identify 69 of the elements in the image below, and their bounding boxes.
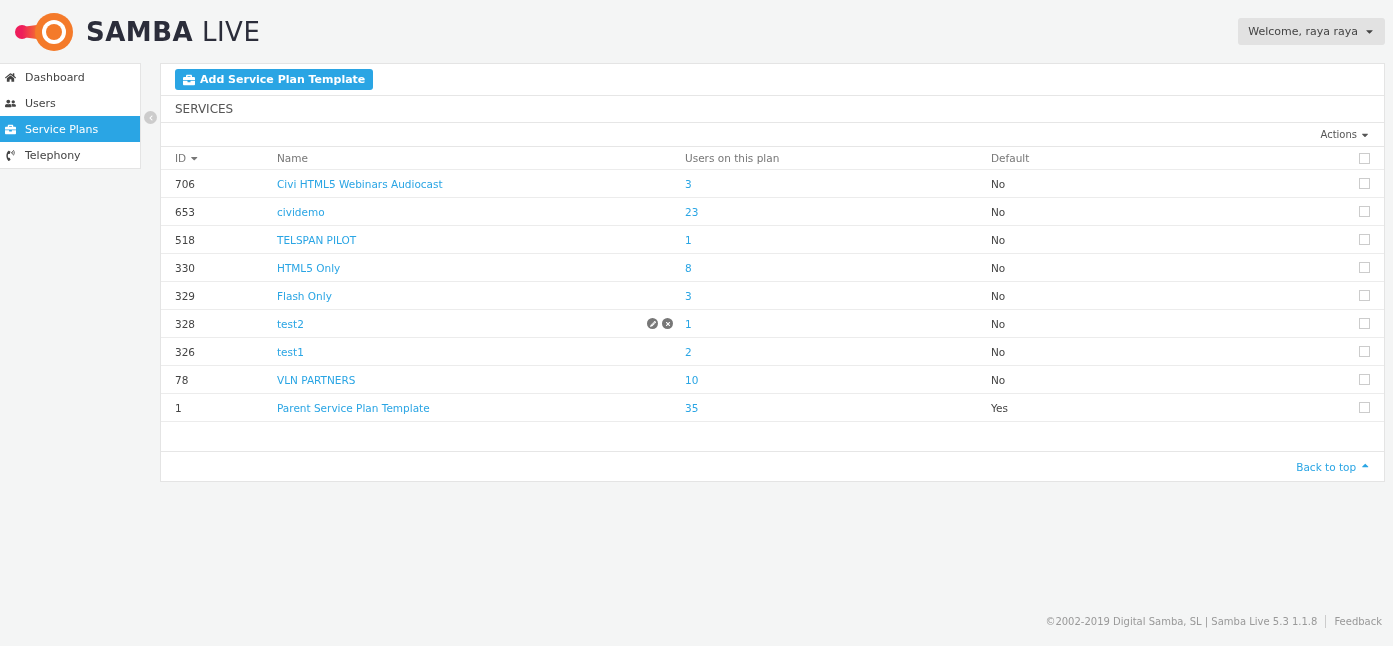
section-title: SERVICES — [161, 96, 1384, 123]
column-header: Users on this plan — [685, 152, 781, 164]
collapse-sidebar-button[interactable] — [144, 111, 157, 124]
users-count-link[interactable]: 3 — [685, 289, 692, 302]
column-header: Name — [277, 152, 309, 164]
users-count-link[interactable]: 1 — [685, 317, 692, 330]
table-cell-text: 78 — [175, 373, 190, 386]
row-checkbox[interactable] — [1359, 402, 1370, 413]
plan-name-link[interactable]: cividemo — [277, 205, 325, 218]
row-checkbox[interactable] — [1359, 234, 1370, 245]
table-cell-text: 330 — [175, 261, 197, 274]
select-all-checkbox[interactable] — [1359, 152, 1370, 164]
table-cell-text: No — [991, 261, 1007, 274]
table-cell-text: No — [991, 289, 1007, 302]
table-cell-text: 706 — [175, 177, 197, 190]
add-service-plan-button[interactable]: Add Service Plan Template — [175, 69, 374, 90]
plan-name-link[interactable]: test1 — [277, 345, 304, 358]
feedback-link[interactable]: Feedback — [1334, 616, 1382, 627]
row-checkbox[interactable] — [1359, 346, 1370, 357]
table-cell-text: No — [991, 317, 1007, 330]
plan-name-link[interactable]: HTML5 Only — [277, 261, 341, 274]
users-count-link[interactable]: 3 — [685, 177, 692, 190]
home-icon — [5, 71, 16, 83]
users-count-link[interactable]: 23 — [685, 205, 699, 218]
chevron-left-icon — [147, 114, 154, 121]
users-count-link[interactable]: 2 — [685, 345, 692, 358]
row-checkbox[interactable] — [1359, 178, 1370, 189]
table-cell-text: No — [991, 205, 1007, 218]
table-cell-text: 653 — [175, 205, 197, 218]
users-icon — [5, 97, 16, 109]
table-cell-text: No — [991, 177, 1007, 190]
briefcase-plus-icon — [183, 73, 195, 86]
table-cell-text: 328 — [175, 317, 197, 330]
plan-name-link[interactable]: Civi HTML5 Webinars Audiocast — [277, 177, 443, 190]
sidebar-item[interactable]: Service Plans — [0, 116, 140, 142]
table-cell-text: No — [991, 233, 1007, 246]
row-checkbox[interactable] — [1359, 262, 1370, 273]
logo-icon — [14, 11, 76, 52]
users-count-link[interactable]: 10 — [685, 373, 699, 386]
table-cell-text: 1 — [175, 401, 183, 414]
users-count-link[interactable]: 35 — [685, 401, 699, 414]
table-cell-text: No — [991, 373, 1007, 386]
column-header: Default — [991, 152, 1031, 164]
plan-name-link[interactable]: VLN PARTNERS — [277, 373, 356, 386]
plan-name-link[interactable]: Parent Service Plan Template — [277, 401, 430, 414]
table-cell-text: Yes — [991, 401, 1009, 414]
plan-name-link[interactable]: TELSPAN PILOT — [277, 233, 357, 246]
delete-icon[interactable] — [662, 318, 673, 329]
copyright-text: ©2002-2019 Digital Samba, SL | Samba Live 5.3 1.1.8 — [1045, 616, 1318, 627]
plan-name-link[interactable]: test2 — [277, 317, 304, 330]
table-cell-text: 326 — [175, 345, 197, 358]
table-cell-text: No — [991, 345, 1007, 358]
briefcase-icon — [5, 123, 16, 135]
table-cell-text: 329 — [175, 289, 197, 302]
row-checkbox[interactable] — [1359, 374, 1370, 385]
users-count-link[interactable]: 1 — [685, 233, 692, 246]
column-header[interactable]: ID — [175, 152, 277, 164]
phone-icon — [5, 149, 16, 161]
plan-name-link[interactable]: Flash Only — [277, 289, 332, 302]
actions-menu-button[interactable]: Actions — [1320, 129, 1370, 140]
users-count-link[interactable]: 8 — [685, 261, 692, 274]
row-checkbox[interactable] — [1359, 206, 1370, 217]
brand-name: SAMBA LIVE — [86, 16, 261, 47]
row-checkbox[interactable] — [1359, 318, 1370, 329]
back-to-top-link[interactable]: Back to top — [1296, 460, 1370, 473]
table-cell-text: 518 — [175, 233, 197, 246]
row-checkbox[interactable] — [1359, 290, 1370, 301]
user-menu-button[interactable]: Welcome, raya raya — [1238, 18, 1385, 45]
edit-icon[interactable] — [647, 318, 658, 329]
